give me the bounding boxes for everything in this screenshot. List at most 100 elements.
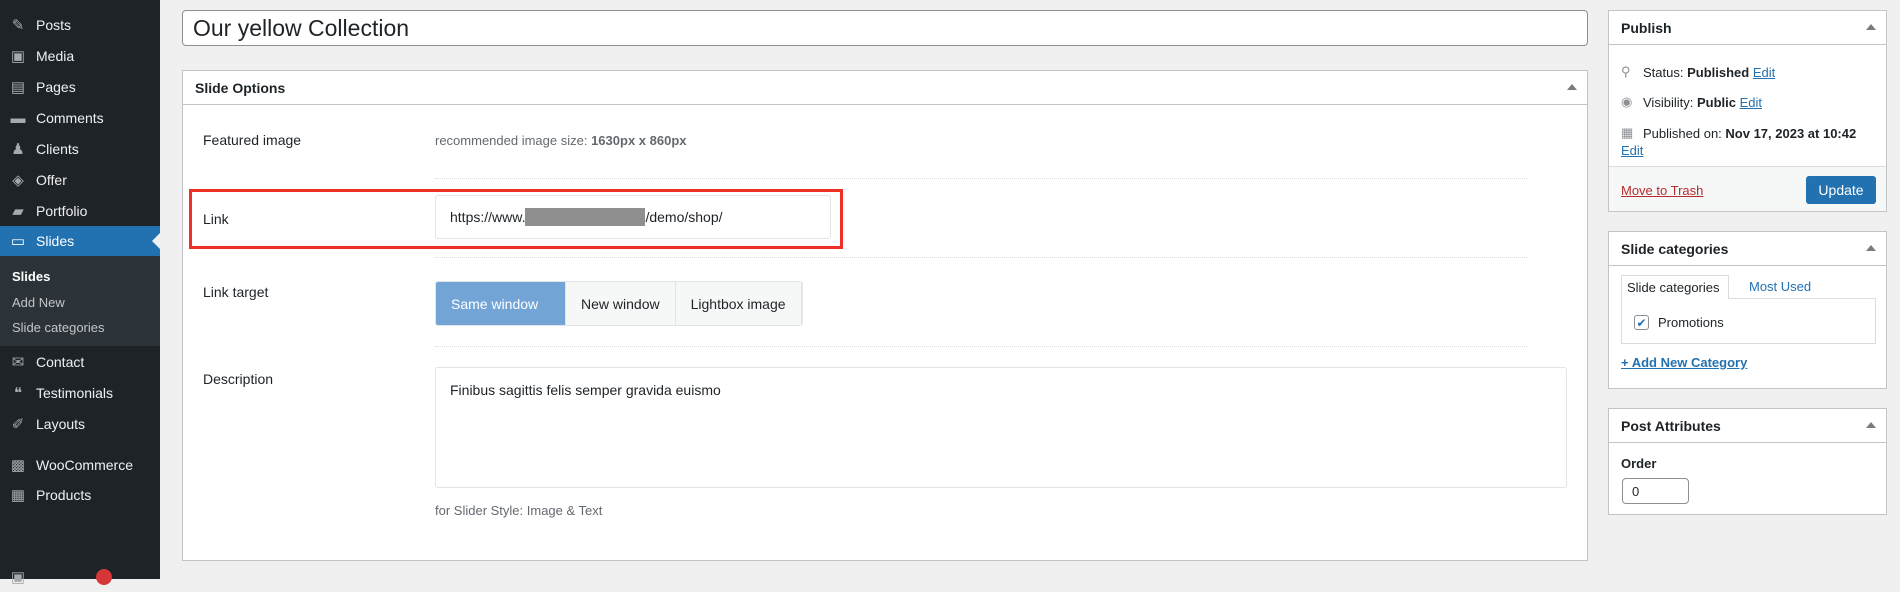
divider xyxy=(435,178,1527,179)
publish-header[interactable]: Publish xyxy=(1609,11,1886,45)
edit-visibility-link[interactable]: Edit xyxy=(1740,95,1762,110)
move-to-trash-link[interactable]: Move to Trash xyxy=(1621,183,1703,198)
featured-image-hint: recommended image size: 1630px x 860px xyxy=(435,133,686,148)
category-label: Promotions xyxy=(1658,315,1724,330)
pin-icon: ✎ xyxy=(11,17,25,34)
link-label: Link xyxy=(203,211,229,227)
collapse-icon[interactable] xyxy=(1866,24,1876,30)
menu-partial[interactable]: ▣ xyxy=(0,562,160,592)
description-hint: for Slider Style: Image & Text xyxy=(435,503,603,518)
featured-image-label: Featured image xyxy=(203,132,302,148)
menu-contact[interactable]: ✉ Contact xyxy=(0,347,160,377)
update-button[interactable]: Update xyxy=(1806,176,1876,204)
published-label: Published on: xyxy=(1643,125,1722,141)
checkbox-checked-icon[interactable]: ✔ xyxy=(1634,315,1649,330)
menu-label: Products xyxy=(36,487,92,503)
description-textarea[interactable]: Finibus sagittis felis semper gravida eu… xyxy=(435,367,1567,488)
status-label: Status: xyxy=(1643,64,1684,80)
slide-options-box: Slide Options Featured image recommended… xyxy=(182,70,1588,561)
categories-header[interactable]: Slide categories xyxy=(1609,232,1886,266)
add-new-category-link[interactable]: + Add New Category xyxy=(1621,355,1747,370)
menu-label: WooCommerce xyxy=(36,457,133,473)
menu-layouts[interactable]: ✐ Layouts xyxy=(0,409,160,439)
visibility-label: Visibility: xyxy=(1643,94,1694,110)
user-icon: ♟ xyxy=(11,141,25,158)
menu-label: Slides xyxy=(36,233,75,249)
notification-badge xyxy=(96,569,112,585)
comment-icon: ▬ xyxy=(10,109,26,127)
category-item[interactable]: ✔ Promotions xyxy=(1634,315,1724,330)
attributes-header[interactable]: Post Attributes xyxy=(1609,409,1886,443)
description-label: Description xyxy=(203,371,274,387)
menu-icon: ▣ xyxy=(10,569,26,586)
woo-icon: ▩ xyxy=(10,457,26,474)
box-title: Publish xyxy=(1621,19,1672,36)
menu-slides[interactable]: ▭ Slides xyxy=(0,226,160,256)
admin-sidebar: ✎ Posts ▣ Media ▤ Pages ▬ Comments ♟ Clients … xyxy=(0,0,160,586)
link-input[interactable]: https://www. /demo/shop/ xyxy=(435,195,831,239)
menu-media[interactable]: ▣ Media xyxy=(0,41,160,71)
folder-icon: ▰ xyxy=(12,203,24,220)
menu-clients[interactable]: ♟ Clients xyxy=(0,134,160,164)
collapse-icon[interactable] xyxy=(1866,422,1876,428)
tag-icon: ◈ xyxy=(12,172,24,189)
edit-date-text[interactable]: Edit xyxy=(1621,143,1643,158)
collapse-icon[interactable] xyxy=(1567,84,1577,90)
slide-options-header[interactable]: Slide Options xyxy=(183,71,1587,105)
menu-label: Portfolio xyxy=(36,203,88,219)
submenu-add-new[interactable]: Add New xyxy=(12,295,65,310)
menu-label: Posts xyxy=(36,17,72,33)
menu-pages[interactable]: ▤ Pages xyxy=(0,72,160,102)
target-new-window[interactable]: New window xyxy=(566,282,676,325)
menu-testimonials[interactable]: ❝ Testimonials xyxy=(0,378,160,408)
box-title: Post Attributes xyxy=(1621,417,1721,434)
edit-status-link[interactable]: Edit xyxy=(1753,65,1775,80)
menu-woocommerce[interactable]: ▩ WooCommerce xyxy=(0,450,160,480)
tab-most-used[interactable]: Most Used xyxy=(1749,279,1811,294)
slide-categories-box: Slide categories Slide categories Most U… xyxy=(1608,231,1887,389)
target-lightbox-image[interactable]: Lightbox image xyxy=(675,282,802,325)
menu-posts[interactable]: ✎ Posts xyxy=(0,10,160,40)
redacted-domain xyxy=(525,208,646,226)
slides-icon: ▭ xyxy=(10,233,26,250)
menu-label: Testimonials xyxy=(36,385,114,401)
pencil-icon: ✐ xyxy=(11,416,25,433)
submenu-slides[interactable]: Slides xyxy=(12,269,50,284)
menu-portfolio[interactable]: ▰ Portfolio xyxy=(0,196,160,226)
visibility-row: ◉ Visibility: Public Edit xyxy=(1621,94,1762,110)
divider xyxy=(435,257,1527,258)
menu-label: Pages xyxy=(36,79,76,95)
menu-comments[interactable]: ▬ Comments xyxy=(0,103,160,133)
box-title: Slide Options xyxy=(195,79,286,96)
collapse-icon[interactable] xyxy=(1866,245,1876,251)
archive-icon: ▦ xyxy=(10,487,26,504)
status-row: ⚲ Status: Published Edit xyxy=(1621,64,1775,80)
tab-all-categories[interactable]: Slide categories xyxy=(1621,275,1729,299)
eye-icon: ◉ xyxy=(1621,94,1633,109)
post-title-input[interactable]: Our yellow Collection xyxy=(182,10,1588,46)
visibility-value: Public xyxy=(1696,94,1736,110)
link-prefix: https://www. xyxy=(450,209,526,225)
hint-text: recommended image size: xyxy=(435,133,592,148)
link-target-selector: Same window New window Lightbox image xyxy=(435,281,803,326)
target-same-window[interactable]: Same window xyxy=(436,282,566,325)
menu-label: Media xyxy=(36,48,75,64)
menu-offer[interactable]: ◈ Offer xyxy=(0,165,160,195)
pages-icon: ▤ xyxy=(10,79,26,96)
post-attributes-box: Post Attributes Order 0 xyxy=(1608,408,1887,515)
publish-footer: Move to Trash Update xyxy=(1609,166,1886,211)
edit-date-link[interactable]: Edit xyxy=(1621,143,1643,158)
divider xyxy=(435,346,1527,347)
order-input[interactable]: 0 xyxy=(1622,478,1689,504)
submenu-slide-categories[interactable]: Slide categories xyxy=(12,320,105,335)
link-suffix: /demo/shop/ xyxy=(645,209,723,225)
pin-icon: ⚲ xyxy=(1621,64,1631,79)
quote-icon: ❝ xyxy=(13,385,23,402)
menu-label: Layouts xyxy=(36,416,86,432)
slides-submenu: Slides Add New Slide categories xyxy=(0,256,160,346)
media-icon: ▣ xyxy=(10,48,26,65)
order-label: Order xyxy=(1621,456,1657,471)
menu-products[interactable]: ▦ Products xyxy=(0,480,160,510)
box-title: Slide categories xyxy=(1621,240,1729,257)
link-target-label: Link target xyxy=(203,284,269,300)
